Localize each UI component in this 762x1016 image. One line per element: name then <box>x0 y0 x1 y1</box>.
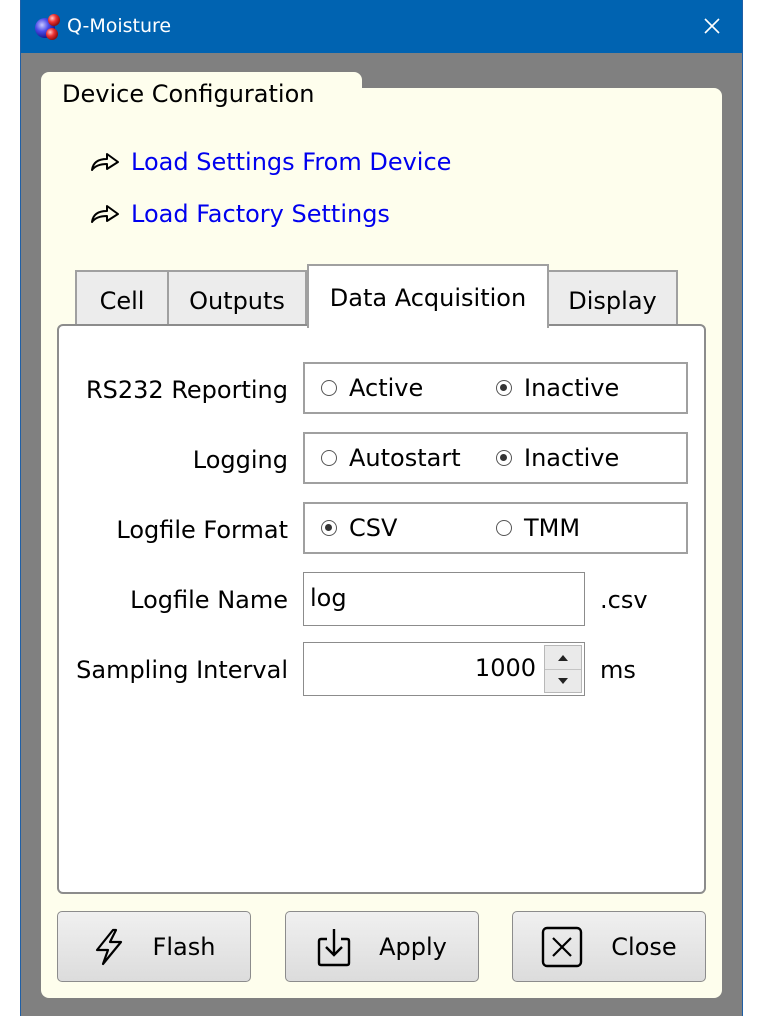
radio-unchecked-icon <box>321 380 337 396</box>
rs232-inactive-radio[interactable]: Inactive <box>496 374 619 402</box>
radio-unchecked-icon <box>321 450 337 466</box>
logging-radio-group: Autostart Inactive <box>303 432 688 484</box>
radio-label: TMM <box>524 514 581 542</box>
dialog-window: Q-Moisture Device Configuration Load Set… <box>20 0 743 1016</box>
button-label: Apply <box>379 932 447 961</box>
link-label: Load Settings From Device <box>131 148 452 176</box>
flash-button[interactable]: Flash <box>57 911 251 982</box>
load-settings-from-device-link[interactable]: Load Settings From Device <box>89 148 451 176</box>
title-bar[interactable]: Q-Moisture <box>21 0 742 53</box>
panel-title: Device Configuration <box>62 80 315 108</box>
sampling-interval-label: Sampling Interval <box>76 656 288 684</box>
apply-button[interactable]: Apply <box>285 911 479 982</box>
link-label: Load Factory Settings <box>131 200 390 228</box>
logfile-extension-label: .csv <box>600 586 648 614</box>
sampling-interval-field[interactable]: 1000 <box>303 642 585 696</box>
sampling-interval-value[interactable]: 1000 <box>475 643 536 693</box>
tab-data-acquisition[interactable]: Data Acquisition <box>307 264 549 328</box>
button-label: Flash <box>152 932 216 961</box>
tab-cell[interactable]: Cell <box>75 270 169 326</box>
redo-arrow-icon <box>91 205 119 223</box>
tab-display[interactable]: Display <box>547 270 678 326</box>
lightning-icon <box>95 928 122 965</box>
rs232-reporting-radio-group: Active Inactive <box>303 362 688 414</box>
format-tmm-radio[interactable]: TMM <box>496 514 580 542</box>
decrement-button[interactable] <box>545 669 581 692</box>
tab-outputs[interactable]: Outputs <box>167 270 307 326</box>
logging-label: Logging <box>192 446 288 474</box>
close-box-icon <box>542 926 583 967</box>
radio-checked-icon <box>321 520 337 536</box>
radio-label: Active <box>349 374 424 402</box>
logging-inactive-radio[interactable]: Inactive <box>496 444 619 472</box>
radio-label: CSV <box>349 514 398 542</box>
sampling-interval-unit: ms <box>600 656 636 684</box>
data-acquisition-tab-content: RS232 Reporting Active Inactive Logging … <box>57 324 706 894</box>
download-tray-icon <box>317 928 351 966</box>
window-title: Q-Moisture <box>67 15 172 37</box>
redo-arrow-icon <box>91 153 119 171</box>
radio-label: Autostart <box>349 444 461 472</box>
format-csv-radio[interactable]: CSV <box>321 514 397 542</box>
logfile-name-input[interactable]: log <box>303 572 585 626</box>
sampling-interval-stepper <box>544 645 582 693</box>
button-label: Close <box>611 932 677 961</box>
close-icon[interactable] <box>700 14 724 38</box>
caret-up-icon <box>558 654 568 661</box>
radio-checked-icon <box>496 450 512 466</box>
close-button[interactable]: Close <box>512 911 706 982</box>
logfile-format-radio-group: CSV TMM <box>303 502 688 554</box>
rs232-reporting-label: RS232 Reporting <box>85 376 288 404</box>
radio-unchecked-icon <box>496 520 512 536</box>
molecule-app-icon <box>35 14 60 40</box>
radio-label: Inactive <box>524 444 620 472</box>
logfile-name-label: Logfile Name <box>130 586 288 614</box>
logging-autostart-radio[interactable]: Autostart <box>321 444 461 472</box>
increment-button[interactable] <box>545 646 581 670</box>
logfile-format-label: Logfile Format <box>116 516 288 544</box>
radio-label: Inactive <box>524 374 620 402</box>
radio-checked-icon <box>496 380 512 396</box>
load-factory-settings-link[interactable]: Load Factory Settings <box>89 200 390 228</box>
caret-down-icon <box>558 677 568 684</box>
rs232-active-radio[interactable]: Active <box>321 374 423 402</box>
